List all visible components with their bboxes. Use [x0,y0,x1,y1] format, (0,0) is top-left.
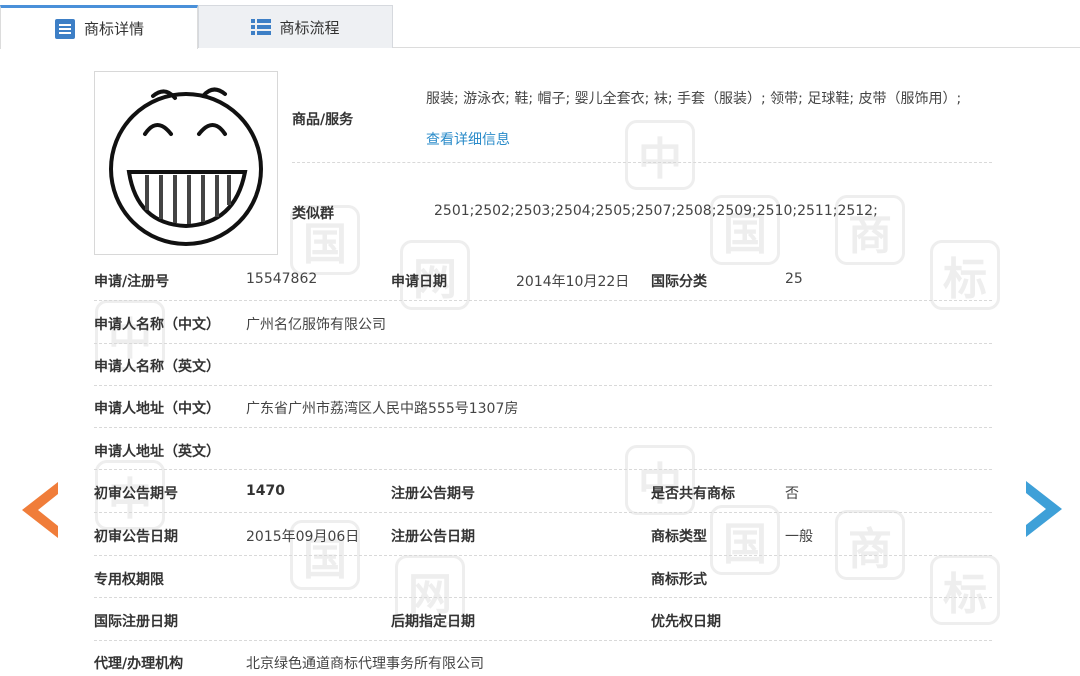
prelim-no-value: 1470 [246,483,285,499]
applicant-cn-value: 广州名亿服饰有限公司 [246,317,386,333]
smiley-face-icon [109,87,263,246]
agent-label: 代理/办理机构 [94,656,184,672]
list-icon [251,18,272,36]
goods-services-value: 服装; 游泳衣; 鞋; 帽子; 婴儿全套衣; 袜; 手套（服装）; 领带; 足球… [426,91,962,107]
shared-mark-label: 是否共有商标 [651,486,735,502]
similar-group-label: 类似群 [292,206,334,222]
intl-reg-date-label: 国际注册日期 [94,614,178,630]
row-divider [94,512,992,513]
tab-bar: 商标详情 商标流程 [0,0,1080,49]
row-divider [94,427,992,428]
watermark-char: 中 [625,445,695,515]
priority-date-label: 优先权日期 [651,614,721,630]
row-divider [94,343,992,344]
row-divider [292,162,992,163]
tab-details-label: 商标详情 [83,20,144,38]
reg-pub-date-label: 注册公告日期 [391,529,475,545]
prelim-date-value: 2015年09月06日 [246,529,360,545]
app-date-label: 申请日期 [391,274,447,290]
tab-trademark-details[interactable]: 商标详情 [0,5,198,49]
list-detail-icon [54,18,76,40]
mark-form-label: 商标形式 [651,572,707,588]
agent-value: 北京绿色通道商标代理事务所有限公司 [246,656,484,672]
watermark-char: 国 [710,505,780,575]
prelim-date-label: 初审公告日期 [94,529,178,545]
mark-type-label: 商标类型 [651,529,707,545]
prev-arrow-button[interactable] [22,482,60,542]
row-divider [94,640,992,641]
chevron-left-icon [22,482,58,538]
row-divider [94,385,992,386]
tab-trademark-process[interactable]: 商标流程 [198,5,393,48]
goods-services-label: 商品/服务 [292,112,354,128]
reg-pub-no-label: 注册公告期号 [391,486,475,502]
watermark-char: 标 [930,555,1000,625]
intl-class-value: 25 [785,271,803,287]
mark-type-value: 一般 [785,529,813,545]
later-designation-date-label: 后期指定日期 [391,614,475,630]
applicant-en-label: 申请人名称（英文） [94,359,220,375]
trademark-image [94,71,278,255]
row-divider [94,555,992,556]
address-cn-value: 广东省广州市荔湾区人民中路555号1307房 [246,401,519,417]
watermark-char: 中 [625,120,695,190]
row-divider [94,300,992,301]
prelim-no-label: 初审公告期号 [94,486,178,502]
view-details-link[interactable]: 查看详细信息 [426,129,510,149]
row-divider [94,469,992,470]
exclusive-period-label: 专用权期限 [94,572,164,588]
reg-no-value: 15547862 [246,271,318,287]
applicant-cn-label: 申请人名称（中文） [94,317,220,333]
similar-group-value: 2501;2502;2503;2504;2505;2507;2508;2509;… [434,203,878,219]
next-arrow-button[interactable] [1024,481,1062,541]
address-cn-label: 申请人地址（中文） [94,401,220,417]
chevron-right-icon [1026,481,1062,537]
address-en-label: 申请人地址（英文） [94,444,220,460]
reg-no-label: 申请/注册号 [94,274,170,290]
intl-class-label: 国际分类 [651,274,707,290]
row-divider [94,597,992,598]
app-date-value: 2014年10月22日 [516,274,630,290]
tab-process-label: 商标流程 [279,18,340,37]
watermark-char: 商 [835,510,905,580]
shared-mark-value: 否 [785,486,799,502]
